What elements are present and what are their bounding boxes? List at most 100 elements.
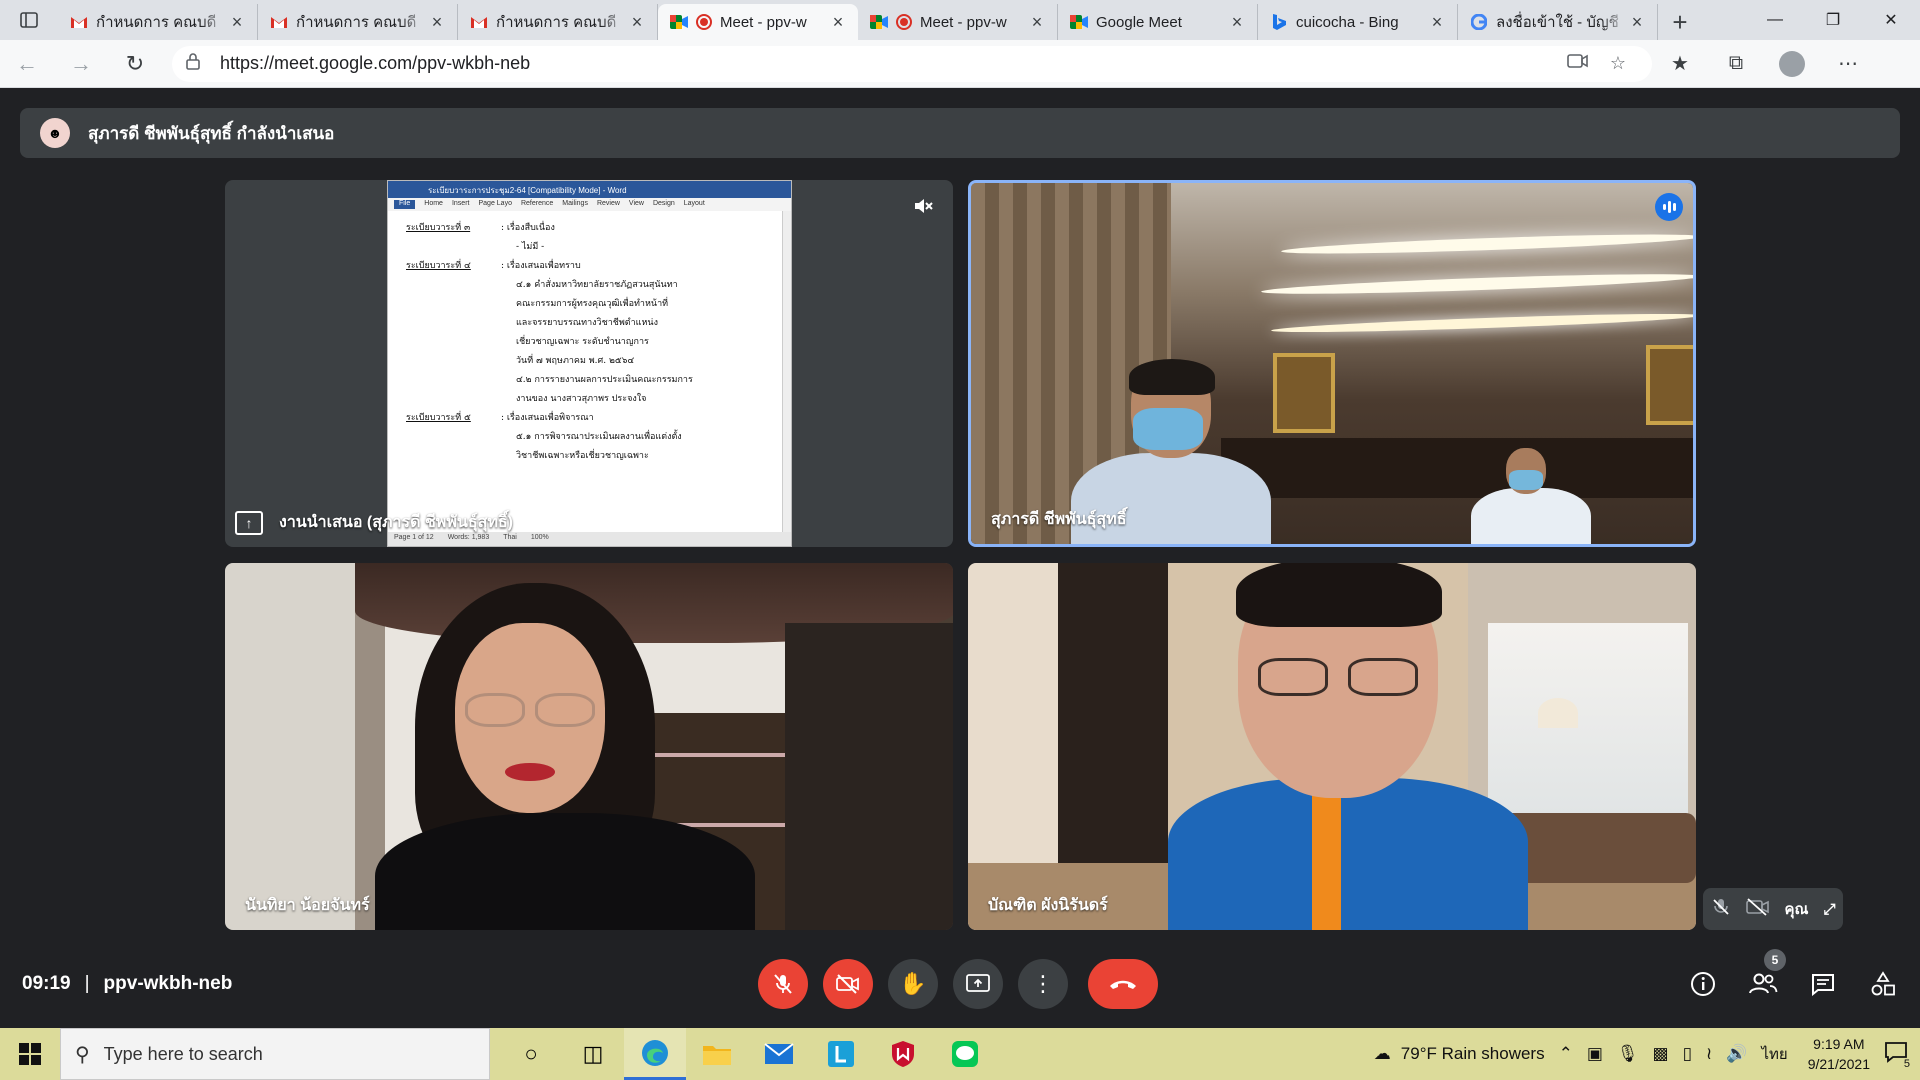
nanthiya-video <box>225 563 953 930</box>
tab-close-icon[interactable]: × <box>1027 12 1047 33</box>
ribbon-tab: Mailings <box>562 200 588 207</box>
expand-icon[interactable]: ⤢ <box>1823 901 1835 918</box>
document-line: ระเบียบวาระที่ ๕: เรื่องเสนอเพื่อพิจารณา <box>406 409 773 428</box>
back-button[interactable]: ← <box>0 40 54 88</box>
participant-tile-speaker[interactable]: สุภารดี ชีพพันธุ์สุทธิ์ <box>968 180 1696 547</box>
chat-icon <box>1812 974 1834 996</box>
chat-button[interactable] <box>1804 965 1842 1003</box>
start-button[interactable] <box>0 1028 60 1080</box>
tab-close-icon[interactable]: × <box>828 12 848 33</box>
meet-stage: ☻ สุภารดี ชีพพันธุ์สุทธิ์ กำลังนำเสนอ ระ… <box>0 88 1920 1028</box>
meet-now-icon[interactable]: ▣ <box>1587 1044 1603 1064</box>
close-window-button[interactable]: ✕ <box>1862 0 1920 40</box>
windows-logo-icon <box>19 1043 41 1065</box>
reload-button[interactable]: ↻ <box>108 40 162 88</box>
tab-close-icon[interactable]: × <box>627 12 647 33</box>
microphone-icon[interactable]: 🎙 <box>1617 1044 1639 1064</box>
browser-tab[interactable]: Google Meet × <box>1058 4 1258 40</box>
tab-actions-button[interactable] <box>0 0 58 40</box>
restore-button[interactable]: ❐ <box>1804 0 1862 40</box>
browser-tab[interactable]: กำหนดการ คณบดี × <box>258 4 458 40</box>
volume-icon[interactable]: 🔊 <box>1726 1044 1747 1064</box>
presenter-avatar: ☻ <box>40 118 70 148</box>
tab-close-icon[interactable]: × <box>1627 12 1647 33</box>
status-item: Thai <box>503 534 517 541</box>
participant-tile-bandit[interactable]: บัณฑิต ผังนิรันดร์ <box>968 563 1696 930</box>
info-icon <box>1691 972 1715 996</box>
reload-icon: ↻ <box>125 50 145 76</box>
agenda-text: วันที่ ๗ พฤษภาคม พ.ศ. ๒๕๖๔ <box>516 356 635 366</box>
mail-icon[interactable] <box>748 1028 810 1080</box>
minimize-button[interactable]: — <box>1746 0 1804 40</box>
weather-widget[interactable]: ☁ 79°F Rain showers <box>1374 1044 1545 1064</box>
wifi-icon[interactable]: ≀ <box>1706 1044 1712 1064</box>
agenda-text: ๔.๒ การรายงานผลการประเมินคณะกรรมการ <box>516 375 693 385</box>
input-language[interactable]: ไทย <box>1761 1042 1787 1066</box>
tab-close-icon[interactable]: × <box>1227 12 1247 33</box>
toggle-camera-button[interactable] <box>823 959 873 1009</box>
agenda-text: - ไม่มี - <box>516 242 545 252</box>
agenda-value: : เรื่องสืบเนื่อง <box>501 223 555 233</box>
bing-icon <box>1270 14 1288 30</box>
separator: | <box>84 973 90 994</box>
taskbar-clock[interactable]: 9:19 AM 9/21/2021 <box>1808 1034 1870 1074</box>
participant-tile-nanthiya[interactable]: นันทิยา น้อยจันทร์ <box>225 563 953 930</box>
presenting-banner-text: สุภารดี ชีพพันธุ์สุทธิ์ กำลังนำเสนอ <box>88 123 335 143</box>
cortana-icon[interactable]: ○ <box>500 1028 562 1080</box>
meeting-details-button[interactable] <box>1684 965 1722 1003</box>
task-view-icon[interactable]: ◫ <box>562 1028 624 1080</box>
tab-title: กำหนดการ คณบดี <box>296 14 417 31</box>
participant-name: นันทิยา น้อยจันทร์ <box>245 897 370 914</box>
battery-icon[interactable]: ▯ <box>1683 1044 1692 1064</box>
favorites-icon[interactable]: ★ <box>1652 51 1708 76</box>
more-menu-icon[interactable]: ⋯ <box>1820 51 1876 76</box>
more-vert-icon: ⋮ <box>1032 971 1054 996</box>
tab-close-icon[interactable]: × <box>1427 12 1447 33</box>
presentation-tile[interactable]: ระเบียบวาระการประชุม2-64 [Compatibility … <box>225 180 953 547</box>
browser-tab[interactable]: Meet - ppv-w × <box>658 4 858 40</box>
self-view-tile[interactable]: คุณ ⤢ <box>1703 888 1843 930</box>
browser-tab[interactable]: ลงชื่อเข้าใช้ - บัญชี × <box>1458 4 1658 40</box>
taskbar-search[interactable]: ⚲ Type here to search <box>60 1028 490 1080</box>
agenda-key: ระเบียบวาระที่ ๔ <box>406 261 471 271</box>
present-now-button[interactable] <box>953 959 1003 1009</box>
browser-tab[interactable]: กำหนดการ คณบดี × <box>458 4 658 40</box>
browser-tab[interactable]: Meet - ppv-w × <box>858 4 1058 40</box>
profile-avatar[interactable] <box>1779 50 1805 77</box>
mcafee-icon[interactable] <box>872 1028 934 1080</box>
address-bar[interactable]: https://meet.google.com/ppv-wkbh-neb ☆ <box>172 45 1652 82</box>
line-app-icon[interactable] <box>934 1028 996 1080</box>
file-explorer-icon[interactable] <box>686 1028 748 1080</box>
add-favorite-icon[interactable]: ☆ <box>1598 53 1638 74</box>
call-controls: ✋ ⋮ <box>758 959 1158 1009</box>
new-tab-button[interactable]: + <box>1658 4 1702 40</box>
tab-close-icon[interactable]: × <box>427 12 447 33</box>
collections-icon[interactable]: ⧉ <box>1708 52 1764 75</box>
edge-browser-icon[interactable] <box>624 1028 686 1080</box>
tab-close-icon[interactable]: × <box>227 12 247 33</box>
notification-center-icon[interactable]: 5 <box>1884 1041 1910 1070</box>
raise-hand-button[interactable]: ✋ <box>888 959 938 1009</box>
chevron-up-icon[interactable]: ⌃ <box>1559 1044 1573 1064</box>
browser-tab[interactable]: กำหนดการ คณบดี × <box>58 4 258 40</box>
gmail-icon <box>470 14 488 30</box>
participant-name: บัณฑิต ผังนิรันดร์ <box>988 897 1108 914</box>
tab-actions-icon <box>20 12 38 28</box>
people-button[interactable]: 5 <box>1744 949 1786 1003</box>
browser-tab[interactable]: cuicocha - Bing × <box>1258 4 1458 40</box>
l-app-icon[interactable] <box>810 1028 872 1080</box>
document-line: ๔.๑ คำสั่งมหาวิทยาลัยราชภัฏสวนสุนันทา <box>406 276 773 295</box>
agenda-text: ๔.๑ คำสั่งมหาวิทยาลัยราชภัฏสวนสุนันทา <box>516 280 678 290</box>
activities-button[interactable] <box>1864 965 1902 1003</box>
mic-off-icon <box>1711 897 1731 921</box>
forward-button[interactable]: → <box>54 40 108 88</box>
toggle-mic-button[interactable] <box>758 959 808 1009</box>
more-options-button[interactable]: ⋮ <box>1018 959 1068 1009</box>
network-tray-icon[interactable]: ▩ <box>1653 1044 1669 1064</box>
clock-time: 9:19 AM <box>1813 1036 1865 1052</box>
leave-call-button[interactable] <box>1088 959 1158 1009</box>
document-line: วันที่ ๗ พฤษภาคม พ.ศ. ๒๕๖๔ <box>406 352 773 371</box>
camera-permission-icon[interactable] <box>1558 53 1598 74</box>
shared-document: ระเบียบวาระการประชุม2-64 [Compatibility … <box>387 180 792 547</box>
document-window-title: ระเบียบวาระการประชุม2-64 [Compatibility … <box>388 181 791 198</box>
